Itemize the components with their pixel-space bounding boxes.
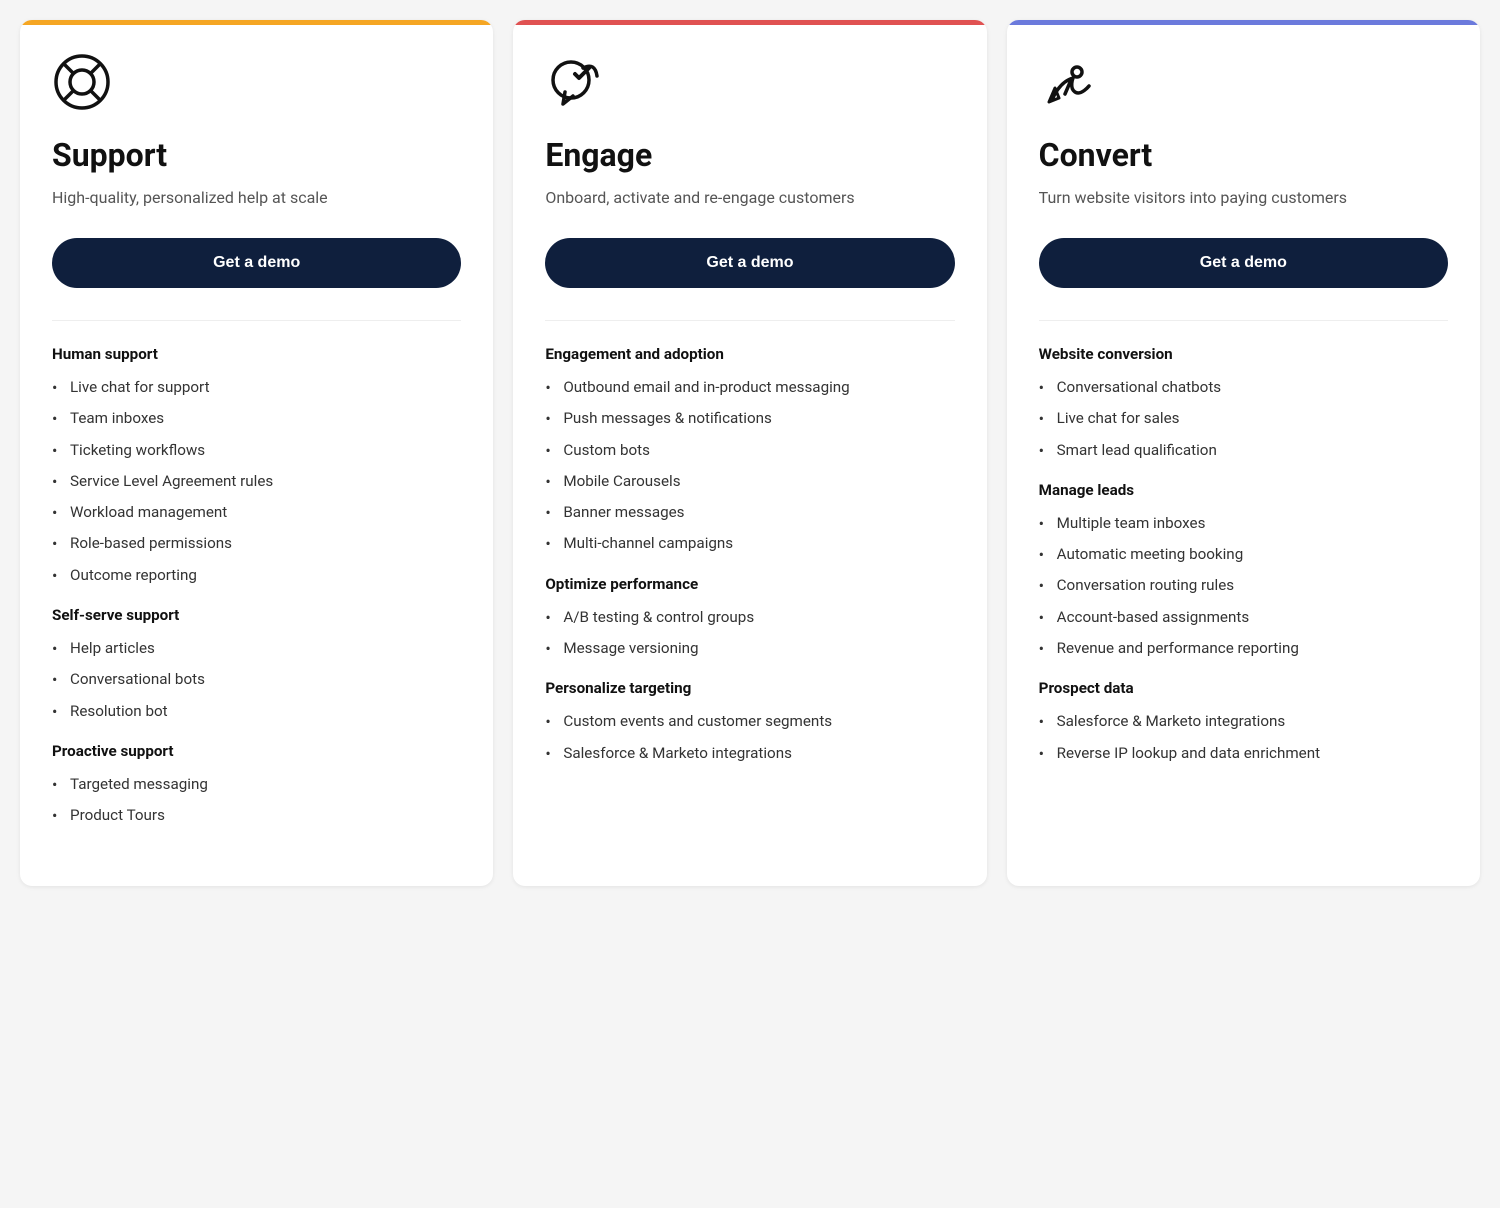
convert-card: Convert Turn website visitors into payin… bbox=[1007, 20, 1480, 886]
feature-list: A/B testing & control groups Message vers… bbox=[545, 607, 954, 660]
feature-item: Smart lead qualification bbox=[1039, 440, 1448, 461]
section-heading: Proactive support bbox=[52, 742, 461, 760]
feature-section: Manage leads Multiple team inboxes Automa… bbox=[1039, 481, 1448, 659]
section-heading: Human support bbox=[52, 345, 461, 363]
feature-item: Reverse IP lookup and data enrichment bbox=[1039, 743, 1448, 764]
feature-section: Self-serve support Help articles Conversa… bbox=[52, 606, 461, 722]
engage-card: Engage Onboard, activate and re-engage c… bbox=[513, 20, 986, 886]
feature-item: Custom bots bbox=[545, 440, 954, 461]
card-subtitle: High-quality, personalized help at scale bbox=[52, 186, 461, 210]
feature-item: Role-based permissions bbox=[52, 533, 461, 554]
card-title: Convert bbox=[1039, 136, 1448, 174]
feature-item: A/B testing & control groups bbox=[545, 607, 954, 628]
feature-item: Salesforce & Marketo integrations bbox=[545, 743, 954, 764]
feature-item: Service Level Agreement rules bbox=[52, 471, 461, 492]
feature-section: Engagement and adoption Outbound email a… bbox=[545, 345, 954, 555]
feature-item: Targeted messaging bbox=[52, 774, 461, 795]
feature-list: Help articles Conversational bots Resoluti… bbox=[52, 638, 461, 722]
feature-section: Prospect data Salesforce & Marketo integ… bbox=[1039, 679, 1448, 764]
feature-list: Live chat for support Team inboxes Ticketi… bbox=[52, 377, 461, 586]
feature-item: Multi-channel campaigns bbox=[545, 533, 954, 554]
feature-list: Outbound email and in-product messaging P… bbox=[545, 377, 954, 555]
feature-item: Revenue and performance reporting bbox=[1039, 638, 1448, 659]
feature-item: Resolution bot bbox=[52, 701, 461, 722]
feature-item: Team inboxes bbox=[52, 408, 461, 429]
feature-item: Account-based assignments bbox=[1039, 607, 1448, 628]
feature-section: Human support Live chat for support Team … bbox=[52, 345, 461, 586]
section-heading: Engagement and adoption bbox=[545, 345, 954, 363]
engage-icon bbox=[545, 52, 954, 116]
feature-item: Banner messages bbox=[545, 502, 954, 523]
feature-list: Conversational chatbots Live chat for sal… bbox=[1039, 377, 1448, 461]
feature-item: Automatic meeting booking bbox=[1039, 544, 1448, 565]
demo-button[interactable]: Get a demo bbox=[52, 238, 461, 288]
feature-item: Outbound email and in-product messaging bbox=[545, 377, 954, 398]
feature-section: Proactive support Targeted messaging Prod… bbox=[52, 742, 461, 827]
feature-item: Live chat for support bbox=[52, 377, 461, 398]
feature-item: Live chat for sales bbox=[1039, 408, 1448, 429]
divider bbox=[52, 320, 461, 321]
demo-button[interactable]: Get a demo bbox=[545, 238, 954, 288]
feature-item: Mobile Carousels bbox=[545, 471, 954, 492]
card-title: Engage bbox=[545, 136, 954, 174]
feature-item: Conversational bots bbox=[52, 669, 461, 690]
section-heading: Manage leads bbox=[1039, 481, 1448, 499]
pricing-cards-container: Support High-quality, personalized help … bbox=[20, 20, 1480, 886]
section-heading: Website conversion bbox=[1039, 345, 1448, 363]
card-subtitle: Onboard, activate and re-engage customer… bbox=[545, 186, 954, 210]
feature-item: Salesforce & Marketo integrations bbox=[1039, 711, 1448, 732]
divider bbox=[545, 320, 954, 321]
feature-item: Ticketing workflows bbox=[52, 440, 461, 461]
divider bbox=[1039, 320, 1448, 321]
feature-list: Multiple team inboxes Automatic meeting b… bbox=[1039, 513, 1448, 659]
feature-item: Help articles bbox=[52, 638, 461, 659]
demo-button[interactable]: Get a demo bbox=[1039, 238, 1448, 288]
feature-section: Website conversion Conversational chatbo… bbox=[1039, 345, 1448, 461]
convert-icon bbox=[1039, 52, 1448, 116]
feature-item: Product Tours bbox=[52, 805, 461, 826]
card-title: Support bbox=[52, 136, 461, 174]
feature-item: Message versioning bbox=[545, 638, 954, 659]
feature-list: Custom events and customer segments Sales… bbox=[545, 711, 954, 764]
feature-section: Optimize performance A/B testing & contr… bbox=[545, 575, 954, 660]
section-heading: Personalize targeting bbox=[545, 679, 954, 697]
section-heading: Optimize performance bbox=[545, 575, 954, 593]
section-heading: Prospect data bbox=[1039, 679, 1448, 697]
support-icon bbox=[52, 52, 461, 116]
feature-item: Push messages & notifications bbox=[545, 408, 954, 429]
feature-item: Custom events and customer segments bbox=[545, 711, 954, 732]
support-card: Support High-quality, personalized help … bbox=[20, 20, 493, 886]
feature-section: Personalize targeting Custom events and … bbox=[545, 679, 954, 764]
feature-item: Multiple team inboxes bbox=[1039, 513, 1448, 534]
card-subtitle: Turn website visitors into paying custom… bbox=[1039, 186, 1448, 210]
section-heading: Self-serve support bbox=[52, 606, 461, 624]
feature-item: Conversational chatbots bbox=[1039, 377, 1448, 398]
feature-list: Salesforce & Marketo integrations Reverse… bbox=[1039, 711, 1448, 764]
feature-item: Workload management bbox=[52, 502, 461, 523]
feature-item: Conversation routing rules bbox=[1039, 575, 1448, 596]
feature-list: Targeted messaging Product Tours bbox=[52, 774, 461, 827]
feature-item: Outcome reporting bbox=[52, 565, 461, 586]
